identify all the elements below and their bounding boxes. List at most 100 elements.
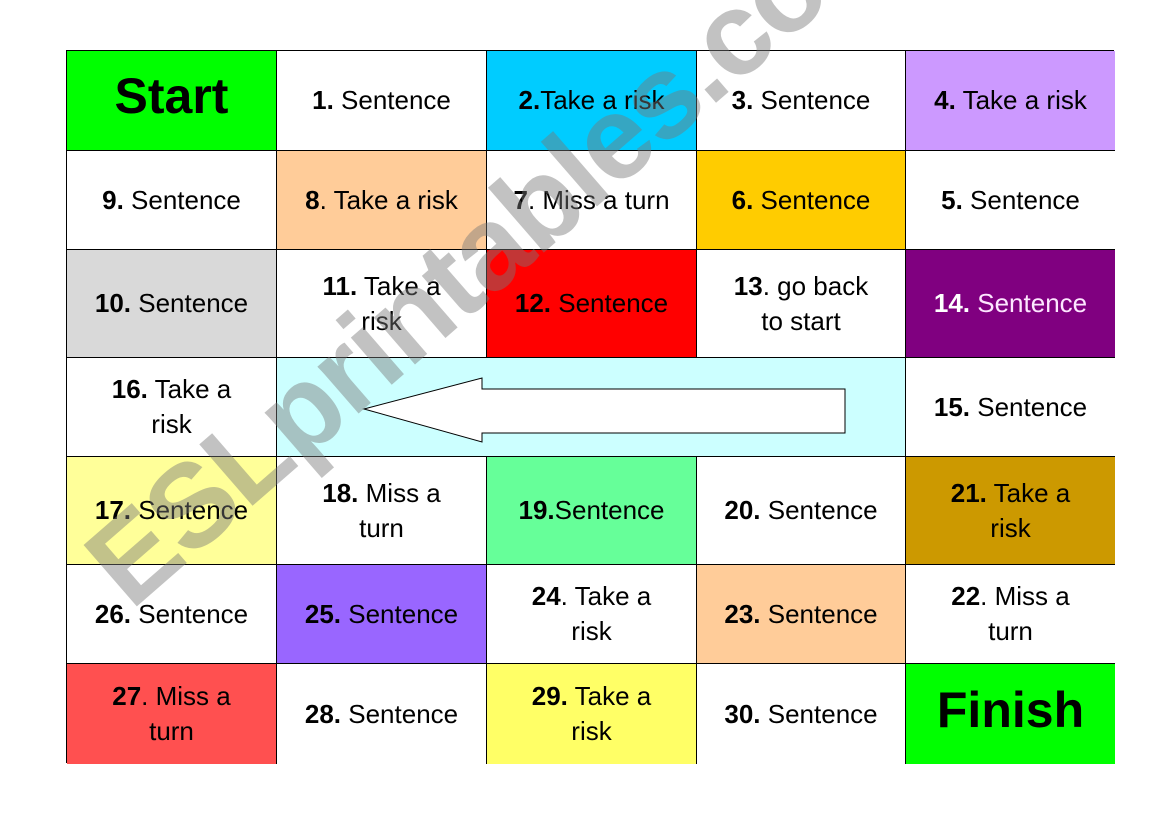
square-label: 18. Miss a turn <box>307 476 457 546</box>
square-label: 13. go back to start <box>726 269 876 339</box>
square-label: 19.Sentence <box>518 493 664 528</box>
square-label: 25. Sentence <box>305 597 458 632</box>
square-number: 11. <box>322 270 358 301</box>
square-number: 24 <box>531 581 561 611</box>
board-square-14: 14. Sentence <box>906 250 1115 358</box>
square-label: 17. Sentence <box>95 493 248 528</box>
square-label: 28. Sentence <box>305 697 458 732</box>
square-text: . go back to start <box>761 270 876 336</box>
left-arrow-icon <box>362 377 846 443</box>
board-square-3: 3. Sentence <box>697 51 906 151</box>
square-number: 3. <box>731 85 754 115</box>
board-square-10: 10. Sentence <box>67 250 277 358</box>
square-number: 27 <box>112 681 142 711</box>
square-label: 8. Take a risk <box>305 183 458 218</box>
square-number: 22 <box>951 581 981 611</box>
square-label: Start <box>115 71 229 122</box>
square-number: 21. <box>950 477 987 508</box>
board-square-21: 21. Take a risk <box>906 457 1115 565</box>
square-number: 29. <box>531 681 568 711</box>
square-number: 15. <box>933 391 971 422</box>
square-text: Sentence <box>131 495 249 525</box>
board-square-1: 1. Sentence <box>277 51 487 151</box>
square-label: Finish <box>937 685 1084 736</box>
square-label: 26. Sentence <box>95 597 248 632</box>
board-square-9: 9. Sentence <box>67 151 277 250</box>
square-text: Sentence <box>760 598 878 629</box>
square-number: 17. <box>94 495 132 525</box>
square-label: 29. Take a risk <box>517 679 667 749</box>
square-text: . Miss a turn <box>527 184 670 215</box>
square-text: Sentence <box>123 184 241 215</box>
square-text: Take a risk <box>567 681 659 746</box>
square-text: Finish <box>936 681 1085 738</box>
square-label: 27. Miss a turn <box>97 679 247 749</box>
direction-panel <box>277 358 906 457</box>
square-label: 20. Sentence <box>724 493 877 528</box>
square-number: 6. <box>731 184 754 215</box>
square-label: 12. Sentence <box>515 286 668 321</box>
square-text: Sentence <box>341 598 459 629</box>
square-number: 1. <box>312 85 334 115</box>
square-text: Start <box>114 68 229 124</box>
square-label: 23. Sentence <box>724 597 877 632</box>
square-label: 30. Sentence <box>724 697 877 732</box>
square-text: . Miss a turn <box>141 681 238 746</box>
square-label: 22. Miss a turn <box>936 579 1086 649</box>
square-text: Miss a turn <box>358 477 448 543</box>
square-text: Take a risk <box>357 270 448 336</box>
square-text: . Miss a turn <box>980 581 1077 646</box>
square-number: 26. <box>94 598 132 629</box>
arrow-shape <box>362 377 846 443</box>
board-square-17: 17. Sentence <box>67 457 277 565</box>
square-number: 5. <box>941 184 963 215</box>
square-number: 19. <box>518 495 555 525</box>
square-text: Take a risk <box>540 85 665 115</box>
board-square-29: 29. Take a risk <box>487 664 697 764</box>
board-square-5: 5. Sentence <box>906 151 1115 250</box>
square-text: Take a risk <box>147 374 239 439</box>
square-number: 14. <box>933 288 971 318</box>
square-label: 6. Sentence <box>732 183 871 218</box>
square-number: 13 <box>733 270 763 301</box>
square-label: 15. Sentence <box>934 390 1087 425</box>
board-square-13: 13. go back to start <box>697 250 906 358</box>
square-label: 7. Miss a turn <box>513 183 669 218</box>
board-square-7: 7. Miss a turn <box>487 151 697 250</box>
square-number: 20. <box>724 495 761 525</box>
board-square-15: 15. Sentence <box>906 358 1115 457</box>
square-text: Sentence <box>760 495 878 525</box>
square-text: . Take a risk <box>560 581 659 646</box>
square-text: Sentence <box>131 288 249 318</box>
square-number: 18. <box>322 477 359 508</box>
board-square-18: 18. Miss a turn <box>277 457 487 565</box>
square-label: 9. Sentence <box>102 183 241 218</box>
board-square-19: 19.Sentence <box>487 457 697 565</box>
square-label: 10. Sentence <box>95 286 248 321</box>
square-number: 10. <box>94 288 132 318</box>
square-number: 30. <box>724 698 761 729</box>
board-square-23: 23. Sentence <box>697 565 906 664</box>
board-square-27: 27. Miss a turn <box>67 664 277 764</box>
square-label: 24. Take a risk <box>517 579 667 649</box>
board-square-11: 11. Take a risk <box>277 250 487 358</box>
square-number: 8 <box>305 184 320 215</box>
board-square-start: Start <box>67 51 277 151</box>
board-square-16: 16. Take a risk <box>67 358 277 457</box>
board-square-24: 24. Take a risk <box>487 565 697 664</box>
square-number: 25. <box>304 598 342 629</box>
square-label: 3. Sentence <box>732 83 871 118</box>
square-number: 4. <box>934 85 956 115</box>
board-square-finish: Finish <box>906 664 1115 764</box>
square-text: Take a risk <box>955 85 1087 115</box>
square-number: 2. <box>518 85 541 115</box>
square-text: Sentence <box>333 85 451 115</box>
square-text: Sentence <box>554 495 665 525</box>
square-text: Take a risk <box>986 477 1078 543</box>
square-label: 14. Sentence <box>934 286 1087 321</box>
square-text: Sentence <box>753 85 871 115</box>
square-text: Sentence <box>551 288 669 318</box>
square-number: 23. <box>724 598 761 629</box>
board-square-20: 20. Sentence <box>697 457 906 565</box>
board-square-2: 2.Take a risk <box>487 51 697 151</box>
